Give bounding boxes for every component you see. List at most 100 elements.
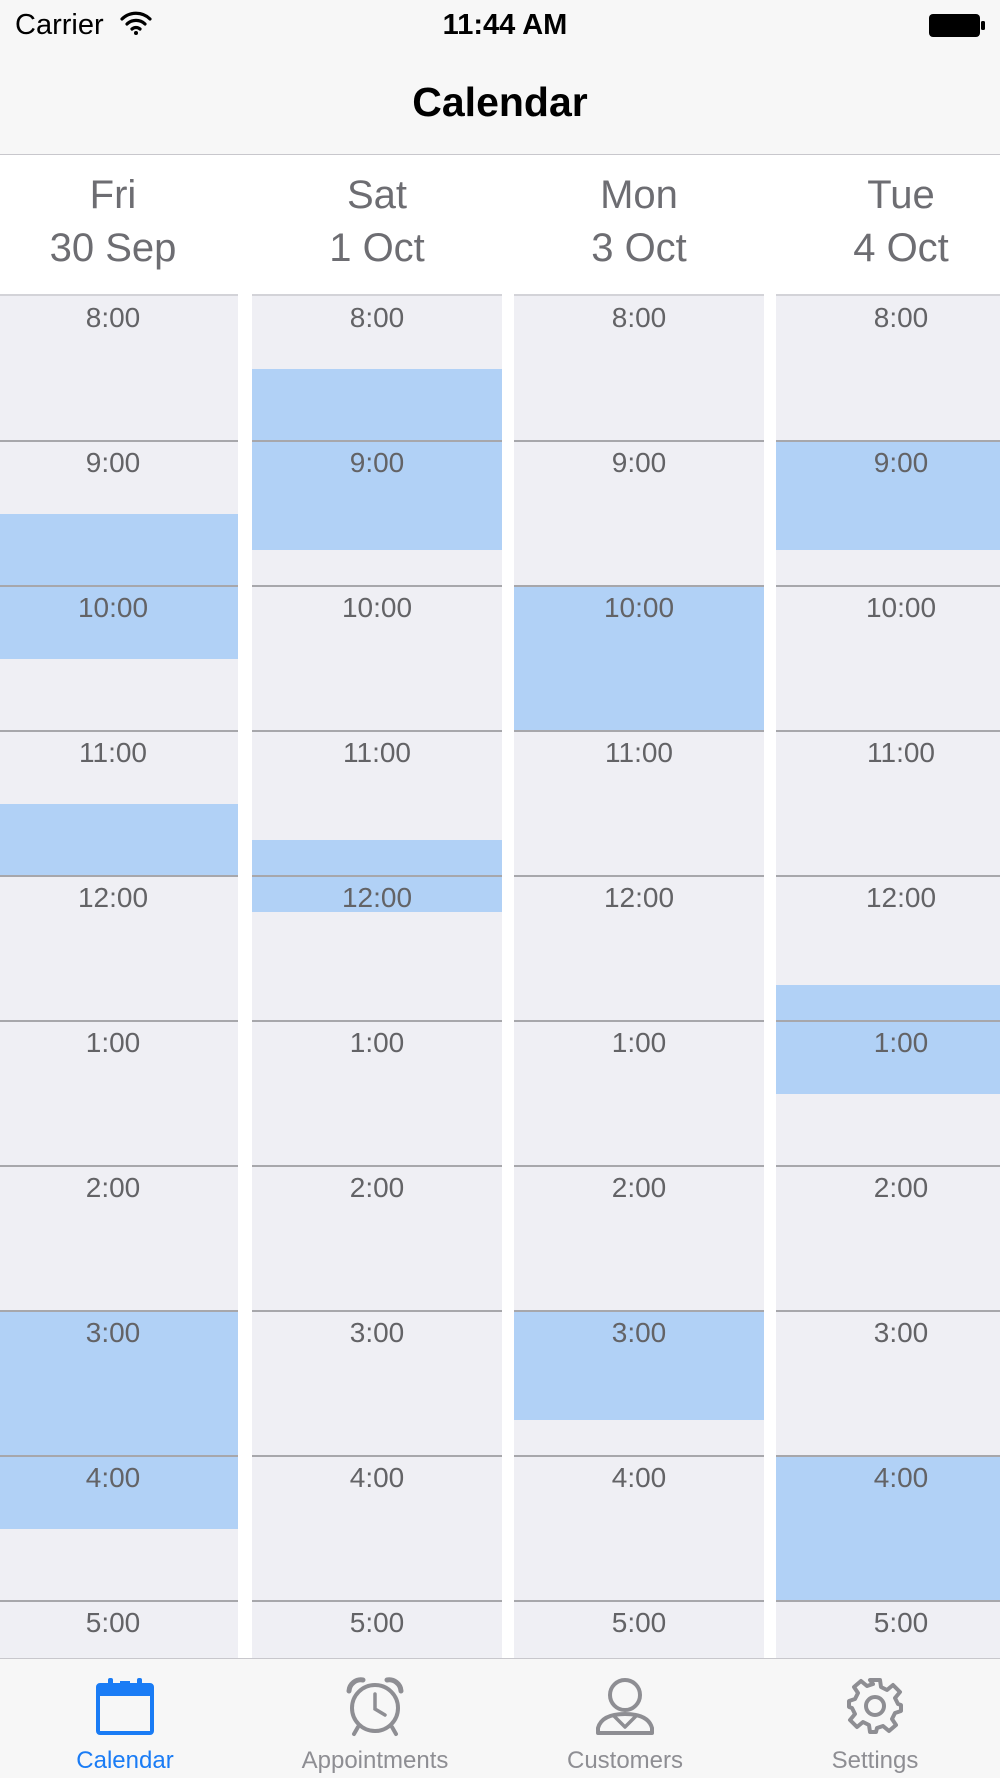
- day-column[interactable]: Sat 1 Oct 8:00 9:00 10:00 11:00 12:00 1:00 2:00 3…: [252, 155, 502, 1658]
- hour-label: 1:00: [873, 1027, 929, 1058]
- day-name: Tue: [867, 173, 935, 217]
- hour-label: 10:00: [341, 592, 413, 623]
- hour-divider: [514, 585, 764, 587]
- hour-divider: [514, 440, 764, 442]
- hour-divider: [0, 440, 238, 442]
- status-time: 11:44 AM: [442, 9, 568, 41]
- alarm-clock-icon: [346, 1677, 404, 1736]
- day-date: 3 Oct: [591, 226, 687, 270]
- tab-settings-label: Settings: [831, 1747, 919, 1774]
- hour-label: 9:00: [85, 447, 141, 478]
- day-date: 4 Oct: [853, 226, 949, 270]
- hour-divider: [776, 1310, 1000, 1312]
- tab-bar: Calendar Appointments Customers Settings: [0, 1658, 1000, 1778]
- hour-label: 5:00: [873, 1607, 929, 1638]
- tab-customers-label: Customers: [566, 1747, 684, 1774]
- hour-label: 2:00: [873, 1172, 929, 1203]
- hour-divider: [514, 730, 764, 732]
- hour-label: 4:00: [349, 1462, 405, 1493]
- hour-divider: [252, 1310, 502, 1312]
- hour-label: 8:00: [611, 302, 667, 333]
- hour-label: 3:00: [85, 1317, 141, 1348]
- hour-divider: [0, 1455, 238, 1457]
- hour-label: 2:00: [611, 1172, 667, 1203]
- day-header: Tue 4 Oct: [776, 155, 1000, 296]
- hour-label: 10:00: [603, 592, 675, 623]
- day-header: Mon 3 Oct: [514, 155, 764, 296]
- hour-label: 9:00: [611, 447, 667, 478]
- hour-label: 9:00: [873, 447, 929, 478]
- hour-divider: [514, 875, 764, 877]
- hour-label: 11:00: [605, 737, 673, 768]
- hour-divider: [776, 1455, 1000, 1457]
- tab-customers[interactable]: Customers: [500, 1659, 750, 1779]
- tab-settings[interactable]: Settings: [750, 1659, 1000, 1779]
- hour-label: 2:00: [349, 1172, 405, 1203]
- status-bar: Carrier 11:44 AM: [0, 0, 1000, 52]
- hour-divider: [252, 1020, 502, 1022]
- hour-label: 3:00: [349, 1317, 405, 1348]
- hour-divider: [252, 585, 502, 587]
- hour-label: 3:00: [611, 1317, 667, 1348]
- hour-divider: [252, 440, 502, 442]
- day-name: Fri: [89, 173, 137, 217]
- hour-divider: [776, 730, 1000, 732]
- hour-label: 8:00: [873, 302, 929, 333]
- hour-label: 11:00: [79, 737, 147, 768]
- day-date: 1 Oct: [329, 226, 425, 270]
- hour-divider: [776, 1020, 1000, 1022]
- appointment-block[interactable]: [0, 803, 238, 876]
- day-column[interactable]: Tue 4 Oct 8:00 9:00 10:00 11:00 12:00 1:00 2:00 3…: [776, 155, 1000, 1658]
- hour-label: 12:00: [603, 882, 675, 913]
- hour-divider: [514, 1020, 764, 1022]
- hour-divider: [776, 440, 1000, 442]
- hour-label: 12:00: [341, 882, 413, 913]
- hour-divider: [252, 1165, 502, 1167]
- hour-label: 12:00: [77, 882, 149, 913]
- hour-divider: [252, 1455, 502, 1457]
- day-header: Fri 30 Sep: [0, 155, 238, 296]
- hour-divider: [776, 875, 1000, 877]
- hour-label: 4:00: [873, 1462, 929, 1493]
- hour-label: 12:00: [865, 882, 937, 913]
- calendar-icon: [96, 1678, 154, 1735]
- hour-divider: [514, 1455, 764, 1457]
- day-column[interactable]: Fri 30 Sep 8:00 9:00 10:00 11:00 12:00 1:00 2:00…: [0, 155, 238, 1658]
- hour-divider: [252, 730, 502, 732]
- hour-label: 1:00: [349, 1027, 405, 1058]
- hour-divider: [0, 585, 238, 587]
- hour-divider: [0, 1020, 238, 1022]
- hour-divider: [776, 1165, 1000, 1167]
- hour-label: 5:00: [611, 1607, 667, 1638]
- day-name: Mon: [600, 173, 678, 217]
- hour-label: 10:00: [865, 592, 937, 623]
- hour-divider: [0, 1310, 238, 1312]
- hour-label: 5:00: [85, 1607, 141, 1638]
- gear-icon: [847, 1678, 903, 1734]
- hour-divider: [0, 1165, 238, 1167]
- hour-divider: [776, 1600, 1000, 1602]
- hour-label: 11:00: [343, 737, 411, 768]
- hour-divider: [0, 875, 238, 877]
- hour-divider: [0, 730, 238, 732]
- day-date: 30 Sep: [49, 226, 177, 270]
- hour-divider: [514, 1600, 764, 1602]
- hour-label: 3:00: [873, 1317, 929, 1348]
- hour-divider: [252, 875, 502, 877]
- person-icon: [596, 1678, 654, 1735]
- hour-label: 2:00: [85, 1172, 141, 1203]
- navigation-bar: Calendar: [0, 52, 1000, 155]
- tab-appointments[interactable]: Appointments: [250, 1659, 500, 1779]
- hour-divider: [776, 585, 1000, 587]
- day-name: Sat: [346, 173, 408, 217]
- hour-divider: [252, 1600, 502, 1602]
- page-title: Calendar: [412, 79, 588, 125]
- hour-label: 4:00: [611, 1462, 667, 1493]
- hour-divider: [514, 1310, 764, 1312]
- hour-divider: [0, 1600, 238, 1602]
- day-column[interactable]: Mon 3 Oct 8:00 9:00 10:00 11:00 12:00 1:00 2:00 3…: [514, 155, 764, 1658]
- hour-label: 1:00: [85, 1027, 141, 1058]
- hour-label: 4:00: [85, 1462, 141, 1493]
- tab-calendar[interactable]: Calendar: [0, 1659, 250, 1779]
- hour-label: 1:00: [611, 1027, 667, 1058]
